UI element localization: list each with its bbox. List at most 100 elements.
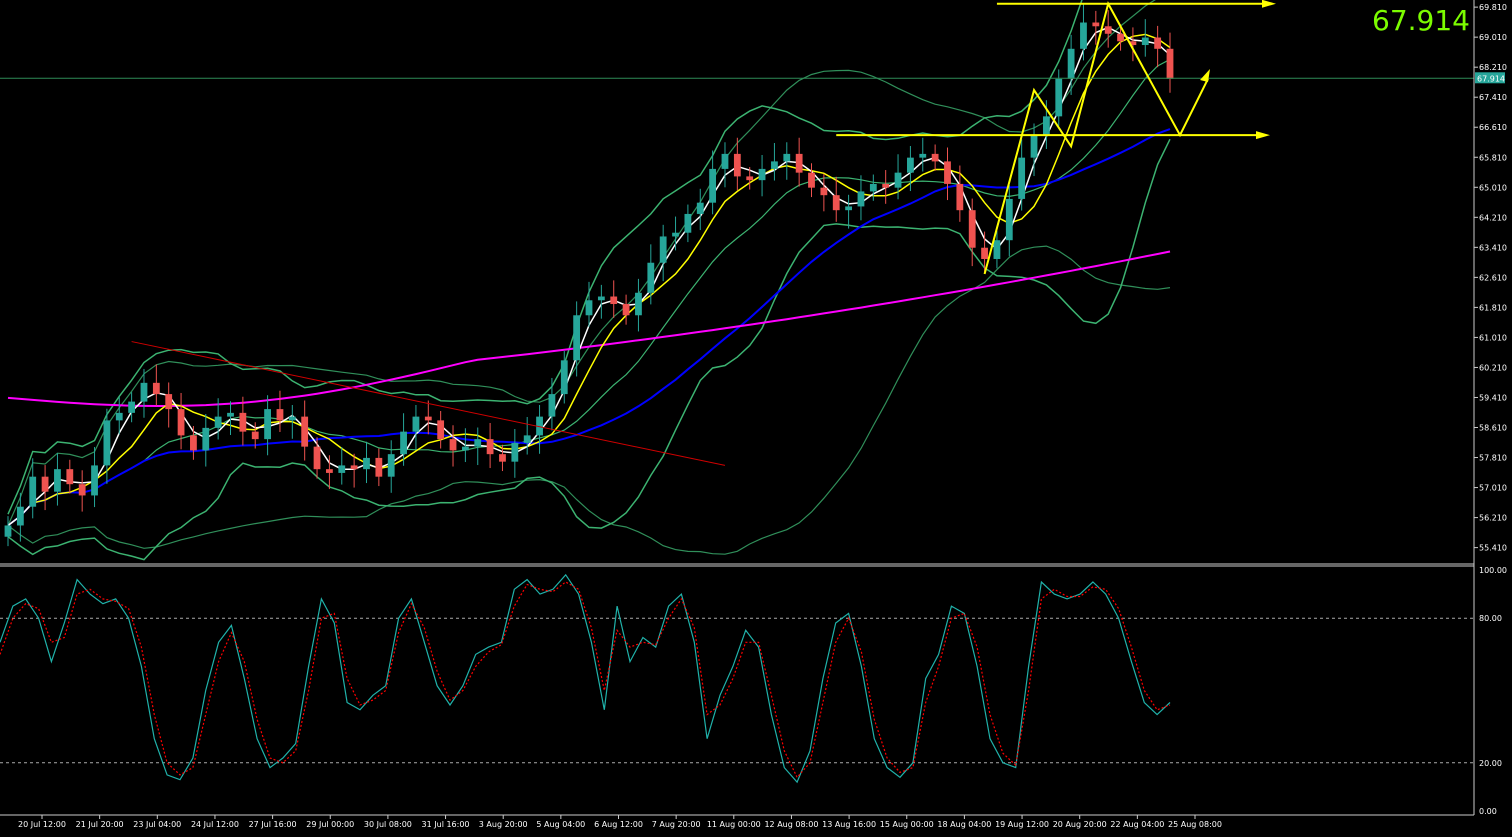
candle[interactable] (1141, 37, 1149, 46)
candle[interactable] (424, 416, 432, 421)
candle[interactable] (771, 161, 778, 169)
candle[interactable] (585, 300, 593, 316)
candle[interactable] (301, 416, 309, 447)
candle[interactable] (808, 172, 815, 188)
candle[interactable] (1018, 157, 1026, 199)
candle[interactable] (944, 161, 951, 184)
candle[interactable] (832, 195, 840, 211)
candle[interactable] (931, 153, 939, 162)
price-panel[interactable]: 67.914 (0, 0, 1505, 561)
candle[interactable] (276, 409, 284, 421)
candle[interactable] (326, 469, 333, 473)
candle[interactable] (449, 439, 457, 451)
candle[interactable] (968, 210, 976, 248)
candle[interactable] (783, 153, 791, 162)
candle[interactable] (115, 412, 123, 421)
candle[interactable] (4, 525, 12, 537)
candle[interactable] (412, 416, 420, 432)
candle[interactable] (338, 465, 346, 473)
candle[interactable] (647, 262, 655, 293)
candle[interactable] (869, 183, 877, 192)
candle[interactable] (214, 416, 222, 428)
candle[interactable] (227, 412, 234, 417)
candle[interactable] (400, 431, 407, 455)
candle[interactable] (165, 394, 173, 410)
candle[interactable] (1067, 48, 1075, 79)
candle[interactable] (919, 153, 927, 158)
candle[interactable] (795, 153, 803, 173)
candle[interactable] (758, 168, 766, 181)
candle[interactable] (1080, 22, 1087, 49)
candle[interactable] (548, 394, 556, 417)
candle[interactable] (894, 172, 902, 188)
candle[interactable] (375, 457, 383, 477)
candle[interactable] (956, 183, 964, 211)
candle[interactable] (511, 442, 519, 462)
candle[interactable] (1154, 37, 1162, 49)
candle[interactable] (993, 240, 1001, 259)
candle[interactable] (288, 416, 296, 421)
candle[interactable] (610, 296, 618, 305)
candle[interactable] (1042, 116, 1050, 136)
candle[interactable] (721, 153, 729, 169)
candle[interactable] (190, 435, 197, 451)
candle[interactable] (696, 202, 704, 214)
chart-canvas[interactable]: 67.914 100.00 80.00 20.00 0.00 69.810 69.010… (0, 0, 1512, 833)
candle[interactable] (78, 484, 86, 496)
candle[interactable] (857, 191, 865, 207)
candle[interactable] (202, 427, 210, 451)
candle[interactable] (597, 296, 605, 301)
candle[interactable] (746, 176, 754, 181)
candle[interactable] (350, 465, 358, 470)
candle[interactable] (363, 457, 370, 470)
candle[interactable] (907, 157, 914, 173)
candle[interactable] (1166, 48, 1174, 79)
candle[interactable] (560, 360, 568, 395)
candle[interactable] (140, 382, 148, 402)
candle[interactable] (103, 420, 111, 466)
stochastic-panel[interactable]: 100.00 80.00 20.00 0.00 (0, 566, 1507, 816)
candle[interactable] (659, 236, 667, 263)
candle[interactable] (1104, 26, 1112, 34)
candle[interactable] (251, 431, 259, 440)
candle[interactable] (29, 476, 37, 507)
candle[interactable] (523, 435, 531, 443)
candle[interactable] (387, 454, 395, 477)
candle[interactable] (820, 187, 828, 196)
candle[interactable] (437, 420, 445, 440)
candle[interactable] (41, 476, 49, 492)
candle[interactable] (845, 206, 852, 211)
candle[interactable] (635, 292, 642, 316)
candle[interactable] (672, 232, 679, 237)
candle[interactable] (91, 465, 98, 496)
candle[interactable] (66, 469, 74, 485)
candle[interactable] (733, 153, 741, 177)
candle[interactable] (54, 469, 61, 492)
candle[interactable] (1055, 78, 1063, 117)
candle[interactable] (1030, 135, 1038, 158)
candle[interactable] (313, 446, 321, 470)
candle[interactable] (16, 506, 24, 526)
candle[interactable] (981, 247, 988, 259)
candle[interactable] (128, 401, 136, 413)
candle[interactable] (1005, 198, 1013, 241)
candle[interactable] (709, 168, 717, 203)
candle[interactable] (239, 412, 247, 432)
candle[interactable] (1117, 33, 1124, 42)
candle[interactable] (486, 439, 494, 455)
candle[interactable] (573, 315, 581, 361)
candle[interactable] (1092, 22, 1100, 27)
time-tick-label: 18 Aug 04:00 (937, 820, 991, 829)
time-tick-label: 27 Jul 16:00 (249, 820, 297, 829)
time-tick-label: 13 Aug 16:00 (822, 820, 876, 829)
candle[interactable] (474, 439, 482, 447)
candle[interactable] (264, 409, 271, 440)
candle[interactable] (461, 446, 469, 451)
candle[interactable] (499, 454, 506, 462)
candle[interactable] (622, 304, 630, 316)
candle[interactable] (177, 409, 185, 436)
trading-chart[interactable]: 67.914 100.00 80.00 20.00 0.00 69.810 69.010… (0, 0, 1512, 833)
candle[interactable] (684, 213, 692, 233)
candle[interactable] (152, 382, 160, 395)
candle[interactable] (882, 183, 890, 188)
